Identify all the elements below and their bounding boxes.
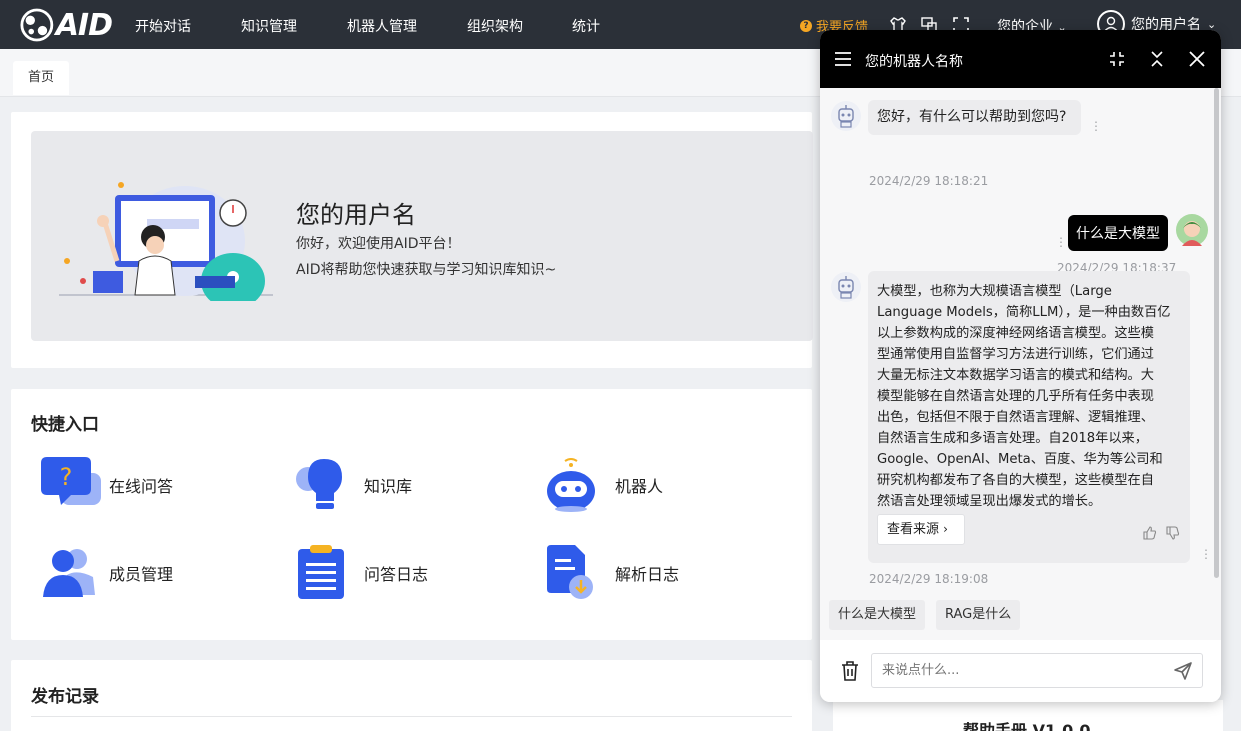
message-time: 2024/2/29 18:19:08 bbox=[869, 572, 989, 586]
quick-online-qa[interactable]: ? 在线问答 bbox=[39, 457, 173, 513]
logo[interactable]: AID bbox=[20, 7, 113, 43]
chat-messages[interactable]: 您好，有什么可以帮助到您吗? ⋮ 2024/2/29 18:18:21 什么是大… bbox=[820, 88, 1221, 640]
quick-members-label: 成员管理 bbox=[109, 565, 174, 584]
suggestion-chip[interactable]: 什么是大模型 bbox=[829, 600, 926, 630]
release-title: 发布记录 bbox=[31, 687, 99, 707]
answer-line: 以上参数构成的深度神经网络语言模型。这些模 bbox=[877, 326, 1154, 341]
user-message: 什么是大模型 bbox=[1068, 215, 1168, 251]
chat-title: 您的机器人名称 bbox=[865, 54, 963, 70]
robot-icon bbox=[547, 458, 595, 512]
scrollbar[interactable] bbox=[1214, 88, 1219, 578]
quick-qa-log-label: 问答日志 bbox=[364, 565, 429, 584]
knowledge-base-icon bbox=[296, 459, 342, 509]
chat-input-bar bbox=[820, 640, 1221, 702]
help-card: 帮助手册 V1.0.0 bbox=[833, 700, 1223, 731]
view-source-label: 查看来源 bbox=[887, 522, 940, 537]
nav-knowledge[interactable]: 知识管理 bbox=[241, 16, 297, 36]
quick-robot[interactable]: 机器人 bbox=[545, 457, 663, 513]
menu-icon[interactable] bbox=[834, 50, 852, 68]
chat-header: 您的机器人名称 bbox=[820, 30, 1221, 88]
welcome-greeting: 你好，欢迎使用AID平台！ bbox=[296, 236, 461, 252]
bot-avatar-icon bbox=[831, 101, 861, 131]
logo-icon bbox=[20, 8, 54, 42]
answer-line: Google、OpenAI、Meta、百度、华为等公司和 bbox=[877, 452, 1163, 467]
more-icon[interactable]: ⋮ bbox=[1200, 548, 1212, 560]
user-avatar-icon bbox=[1176, 214, 1208, 246]
answer-line: 研究机构都发布了各自的大模型，这些模型在自 bbox=[877, 473, 1154, 488]
quick-knowledge-base-label: 知识库 bbox=[364, 477, 413, 496]
bot-answer: 大模型，也称为大规模语言模型（Large Language Models，简称L… bbox=[868, 271, 1190, 563]
quick-robot-label: 机器人 bbox=[615, 477, 664, 496]
quick-members[interactable]: 成员管理 bbox=[39, 545, 173, 601]
question-icon: ? bbox=[800, 19, 812, 32]
quick-online-qa-label: 在线问答 bbox=[109, 477, 174, 496]
thumbs-down-icon[interactable] bbox=[1166, 526, 1180, 540]
collapse-icon[interactable] bbox=[1148, 50, 1166, 68]
answer-line: 大模型，也称为大规模语言模型（Large bbox=[877, 284, 1112, 299]
nav-stats[interactable]: 统计 bbox=[572, 16, 600, 36]
bot-avatar-icon bbox=[831, 272, 861, 302]
nav-robots[interactable]: 机器人管理 bbox=[347, 16, 417, 36]
answer-line: 然语言处理领域呈现出爆发式的增长。 bbox=[877, 494, 1102, 509]
chevron-right-icon: › bbox=[943, 522, 948, 536]
expand-icon[interactable] bbox=[1108, 50, 1126, 68]
quick-parse-log-label: 解析日志 bbox=[615, 565, 680, 584]
more-icon[interactable]: ⋮ bbox=[1055, 236, 1067, 248]
tab-home[interactable]: 首页 bbox=[13, 61, 69, 95]
answer-line: 自然语言生成和多语言处理。自2018年以来， bbox=[877, 431, 1148, 446]
bot-message: 您好，有什么可以帮助到您吗? bbox=[868, 100, 1081, 135]
welcome-description: AID将帮助您快速获取与学习知识库知识~ bbox=[296, 262, 557, 278]
suggestion-chip[interactable]: RAG是什么 bbox=[936, 600, 1021, 630]
welcome-banner: 您的用户名 你好，欢迎使用AID平台！ AID将帮助您快速获取与学习知识库知识~ bbox=[31, 131, 813, 341]
chat-input[interactable] bbox=[871, 653, 1203, 688]
welcome-card: 您的用户名 你好，欢迎使用AID平台！ AID将帮助您快速获取与学习知识库知识~ bbox=[11, 112, 813, 368]
view-source-button[interactable]: 查看来源 › bbox=[877, 514, 965, 545]
message-time: 2024/2/29 18:18:21 bbox=[869, 174, 989, 188]
parse-log-icon bbox=[547, 545, 593, 599]
user-message-text: 什么是大模型 bbox=[1076, 226, 1160, 242]
quick-entry-title: 快捷入口 bbox=[31, 415, 99, 435]
answer-line: 大量无标注文本数据学习语言的模式和结构。大 bbox=[877, 368, 1154, 383]
release-card: 发布记录 bbox=[11, 660, 812, 731]
answer-line: 型通常使用自监督学习方法进行训练，它们通过 bbox=[877, 347, 1154, 362]
thumbs-up-icon[interactable] bbox=[1143, 526, 1157, 540]
quick-entry-card: 快捷入口 ? 在线问答 知识库 机器人 成员管理 问答日志 解析日志 bbox=[11, 389, 812, 640]
quick-parse-log[interactable]: 解析日志 bbox=[545, 545, 679, 601]
online-qa-icon: ? bbox=[41, 457, 101, 505]
qa-log-icon bbox=[298, 545, 344, 599]
members-icon bbox=[43, 549, 95, 597]
divider bbox=[31, 716, 792, 717]
answer-line: Language Models，简称LLM），是一种由数百亿 bbox=[877, 305, 1171, 320]
chevron-down-icon: ⌄ bbox=[1207, 17, 1217, 31]
close-icon[interactable] bbox=[1188, 50, 1206, 68]
quick-qa-log[interactable]: 问答日志 bbox=[294, 545, 428, 601]
help-title: 帮助手册 V1.0.0 bbox=[963, 721, 1091, 731]
nav-start-chat[interactable]: 开始对话 bbox=[135, 16, 191, 36]
quick-knowledge-base[interactable]: 知识库 bbox=[294, 457, 412, 513]
bot-message-text: 您好，有什么可以帮助到您吗? bbox=[877, 109, 1067, 125]
trash-icon[interactable] bbox=[841, 661, 859, 681]
welcome-illustration bbox=[59, 182, 273, 301]
nav-org[interactable]: 组织架构 bbox=[467, 16, 523, 36]
chat-window: 您的机器人名称 您好，有什么可以帮助到您吗? ⋮ 2024/2/29 18:18… bbox=[820, 30, 1221, 702]
logo-text: AID bbox=[55, 7, 113, 43]
answer-line: 模型能够在自然语言处理的几乎所有任务中表现 bbox=[877, 389, 1154, 404]
svg-text:?: ? bbox=[60, 463, 73, 491]
answer-line: 出色，包括但不限于自然语言理解、逻辑推理、 bbox=[877, 410, 1154, 425]
more-icon[interactable]: ⋮ bbox=[1090, 120, 1102, 132]
send-icon[interactable] bbox=[1173, 661, 1193, 681]
welcome-username: 您的用户名 bbox=[296, 201, 416, 229]
